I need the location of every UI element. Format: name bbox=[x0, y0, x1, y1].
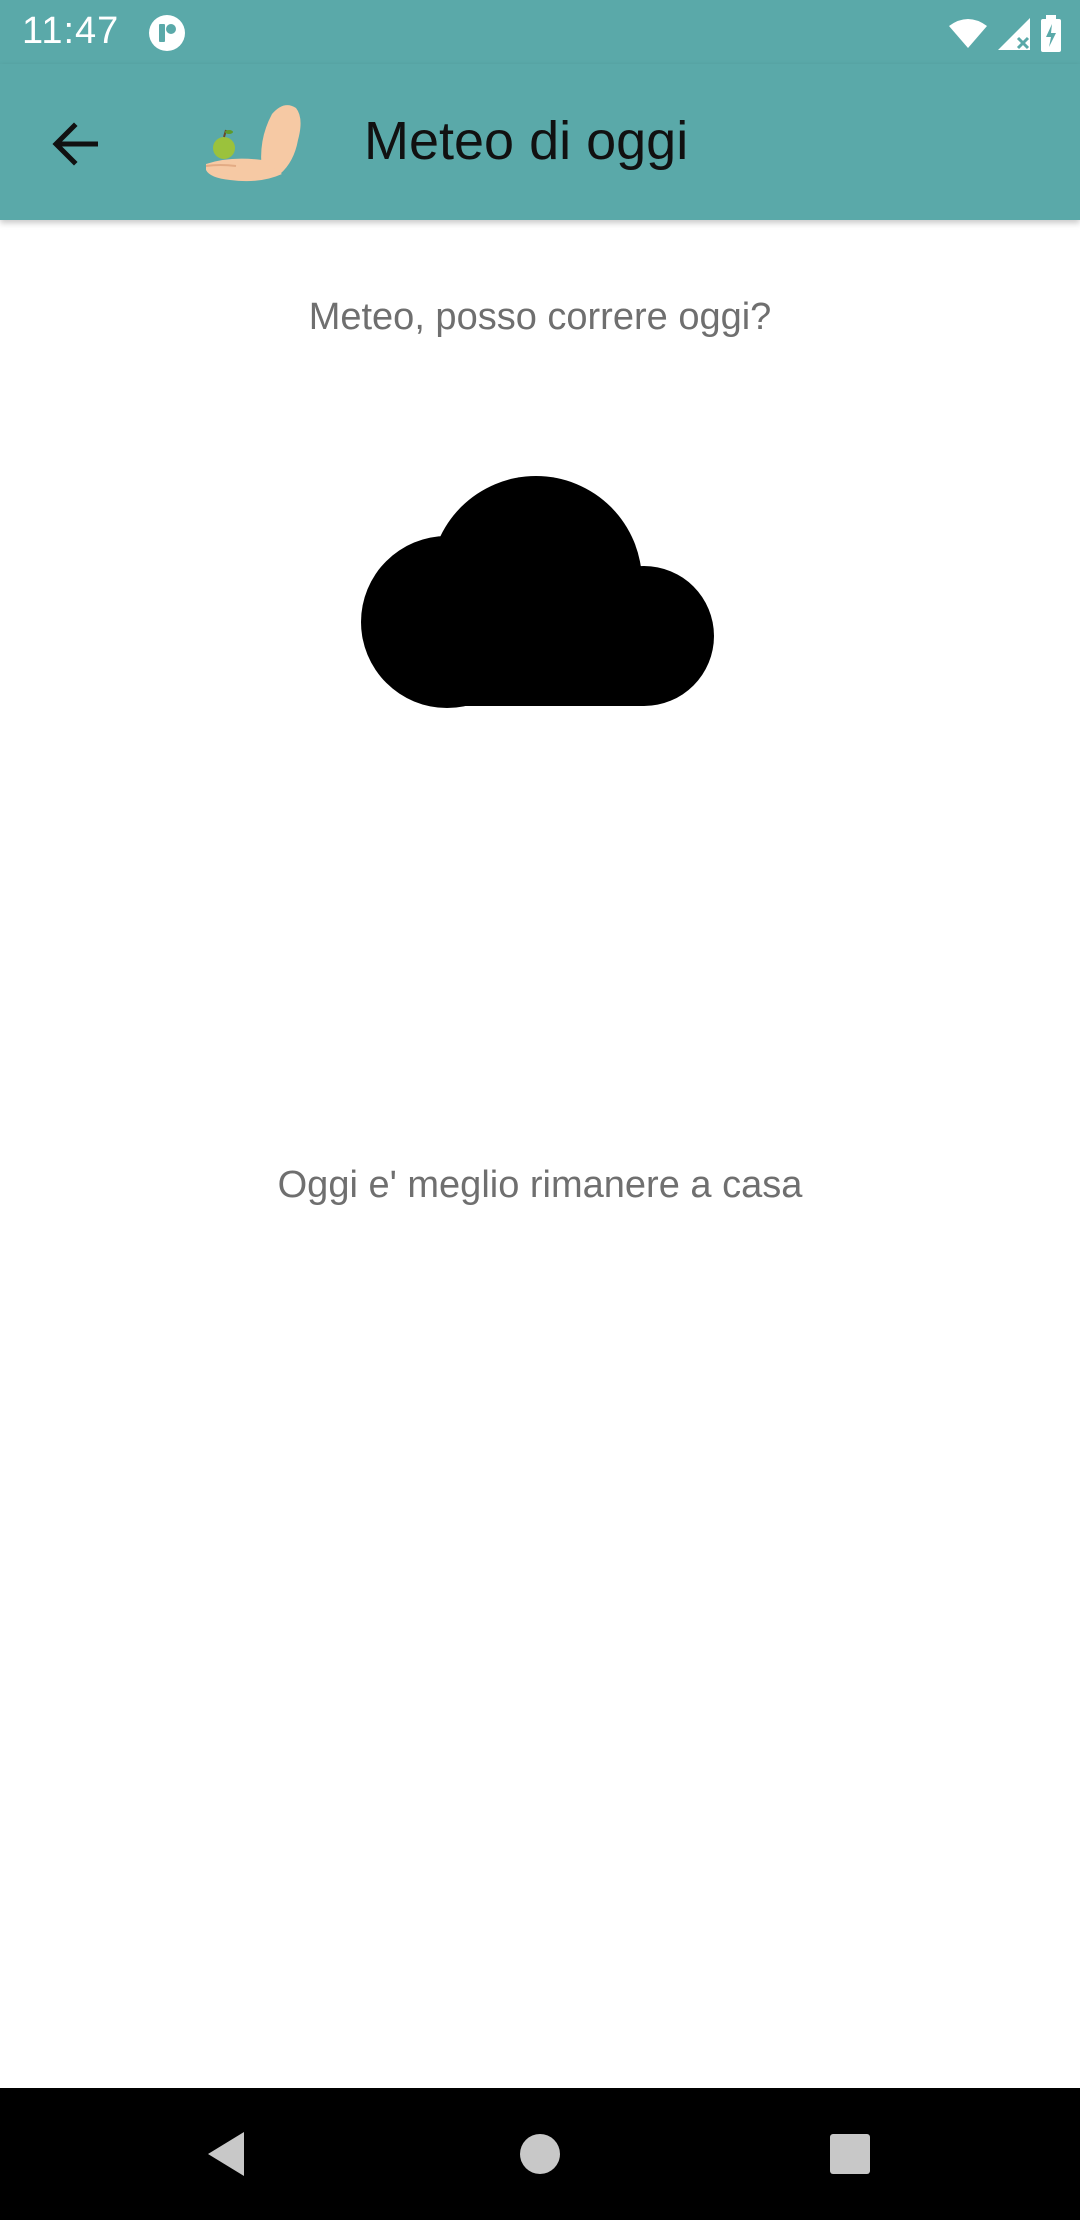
nav-recents-button[interactable] bbox=[814, 2118, 886, 2190]
result-message: Oggi e' meglio rimanere a casa bbox=[277, 1164, 803, 1206]
app-bar: Meteo di oggi bbox=[0, 64, 1080, 220]
nav-back-button[interactable] bbox=[190, 2118, 262, 2190]
status-time: 11:47 bbox=[22, 10, 120, 52]
nav-home-button[interactable] bbox=[504, 2118, 576, 2190]
status-bar: 11:47 bbox=[0, 0, 1080, 64]
recents-square-icon bbox=[830, 2134, 870, 2174]
back-button[interactable] bbox=[40, 112, 112, 176]
question-label: Meteo, posso correre oggi? bbox=[308, 296, 772, 338]
system-nav-bar bbox=[0, 2088, 1080, 2220]
home-circle-icon bbox=[520, 2134, 560, 2174]
back-triangle-icon bbox=[208, 2132, 244, 2176]
notification-icon bbox=[149, 15, 185, 51]
battery-charging-icon bbox=[1041, 15, 1061, 52]
main-content: Meteo, posso correre oggi? Oggi e' megli… bbox=[0, 220, 1080, 2088]
arm-apple-logo bbox=[205, 105, 301, 182]
status-icons bbox=[948, 14, 1062, 54]
page-title: Meteo di oggi bbox=[364, 111, 689, 171]
wifi-icon bbox=[949, 19, 987, 48]
arrow-back-icon bbox=[52, 122, 98, 166]
cloud-icon bbox=[361, 476, 714, 708]
signal-icon bbox=[998, 18, 1030, 50]
